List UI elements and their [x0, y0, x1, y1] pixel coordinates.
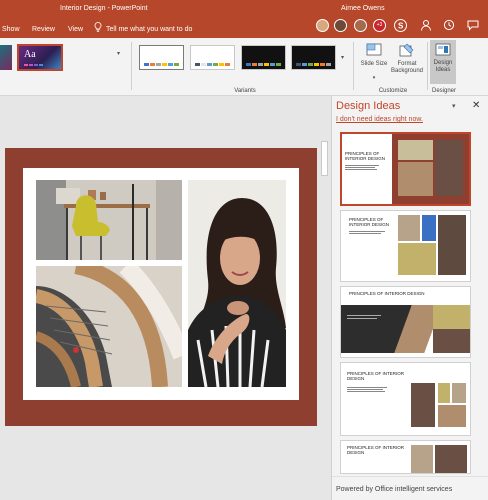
divider — [427, 42, 428, 90]
chat-icon[interactable] — [467, 19, 479, 31]
pane-title: Design Ideas — [336, 100, 401, 112]
variant-color-swatch — [314, 63, 319, 66]
theme-gallery-more-icon[interactable]: ▾ — [117, 50, 120, 57]
tell-me-search[interactable]: Tell me what you want to do — [106, 26, 192, 33]
variant-thumbnail-4[interactable] — [291, 45, 336, 70]
variant-gallery-more-icon[interactable]: ▾ — [341, 54, 344, 61]
variant-color-swatch — [225, 63, 230, 66]
thumb-title: PRINCIPLES OF INTERIOR DESIGN — [349, 291, 425, 296]
variant-color-swatch — [326, 63, 331, 66]
thumb-text-area: PRINCIPLES OF INTERIOR DESIGN — [349, 217, 397, 234]
pane-footer: Powered by Office intelligent services — [332, 476, 488, 500]
lightbulb-icon — [94, 22, 102, 32]
design-ribbon: Aa ▾ ▾ Variants Slide Size ▾ Format Back… — [0, 38, 488, 96]
theme-aa-label: Aa — [24, 49, 36, 60]
theme-color-bar — [24, 64, 43, 66]
coauthor-count-badge[interactable]: +3 — [373, 19, 386, 32]
thumb-text-area: PRINCIPLES OF INTERIOR DESIGN — [347, 371, 405, 392]
pane-options-icon[interactable]: ▾ — [452, 102, 456, 110]
svg-text:S: S — [398, 22, 404, 31]
design-ideas-button[interactable]: Design Ideas — [430, 40, 456, 84]
variant-thumbnail-1[interactable] — [139, 45, 184, 70]
slide[interactable] — [5, 148, 317, 426]
slide-content-panel — [23, 168, 299, 400]
tab-view[interactable]: View — [68, 26, 83, 33]
title-bar: Show Review View Interior Design - Power… — [0, 0, 488, 38]
variant-color-swatch — [302, 63, 307, 66]
design-idea-thumbnail-1[interactable]: PRINCIPLES OF INTERIOR DESIGN — [340, 132, 471, 206]
design-idea-thumbnail-3[interactable]: PRINCIPLES OF INTERIOR DESIGN — [340, 286, 471, 358]
customize-group-label: Customize — [378, 88, 408, 94]
variant-color-swatch — [252, 63, 257, 66]
variant-color-swatch — [195, 63, 200, 66]
history-icon[interactable] — [443, 19, 455, 31]
slide-size-icon — [366, 43, 382, 56]
variant-thumbnail-3[interactable] — [241, 45, 286, 70]
design-idea-thumbnail-4[interactable]: PRINCIPLES OF INTERIOR DESIGN — [340, 362, 471, 436]
variant-color-swatch — [168, 63, 173, 66]
chevron-down-icon: ▾ — [372, 75, 376, 81]
variant-color-swatch — [201, 63, 206, 66]
thumb-image-area — [392, 134, 469, 204]
variant-thumbnail-2[interactable] — [190, 45, 235, 70]
variant-color-swatch — [320, 63, 325, 66]
design-idea-thumbnail-5[interactable]: PRINCIPLES OF INTERIOR DESIGN — [340, 440, 471, 474]
variant-color-swatch — [296, 63, 301, 66]
thumb-text-area: PRINCIPLES OF INTERIOR DESIGN — [342, 134, 392, 204]
variant-color-swatch — [270, 63, 275, 66]
design-idea-thumbnail-2[interactable]: PRINCIPLES OF INTERIOR DESIGN — [340, 210, 471, 282]
staircase-photo[interactable] — [36, 266, 182, 387]
coauthor-avatar[interactable] — [334, 19, 347, 32]
thumb-text-area: PRINCIPLES OF INTERIOR DESIGN — [347, 445, 405, 455]
thumb-title: PRINCIPLES OF INTERIOR DESIGN — [345, 151, 386, 161]
design-ideas-pane: Design Ideas ▾ ✕ I don't need ideas righ… — [331, 96, 488, 500]
tab-slide-show[interactable]: Show — [2, 26, 20, 33]
designer-group-label: Designer — [431, 88, 456, 94]
dismiss-ideas-link[interactable]: I don't need ideas right now. — [336, 116, 423, 123]
variant-color-swatch — [207, 63, 212, 66]
tab-review[interactable]: Review — [32, 26, 55, 33]
divider — [131, 42, 132, 90]
skype-icon[interactable]: S — [394, 19, 407, 32]
variants-group-label: Variants — [234, 88, 256, 94]
close-icon[interactable]: ✕ — [472, 100, 480, 111]
document-title: Interior Design - PowerPoint — [60, 5, 148, 12]
variant-color-swatch — [276, 63, 281, 66]
desk-photo[interactable] — [36, 180, 182, 260]
format-background-label: Format Background — [390, 61, 424, 74]
variant-color-swatch — [144, 63, 149, 66]
portrait-photo[interactable] — [188, 180, 286, 387]
person-icon[interactable] — [420, 19, 432, 31]
variant-color-swatch — [246, 63, 251, 66]
thumb-title: PRINCIPLES OF INTERIOR DESIGN — [347, 371, 405, 381]
thumb-text-area: PRINCIPLES OF INTERIOR DESIGN — [349, 291, 464, 296]
user-name[interactable]: Aimee Owens — [341, 5, 385, 12]
variant-color-swatch — [219, 63, 224, 66]
design-ideas-label: Design Ideas — [433, 60, 453, 73]
slide-size-label: Slide Size — [360, 61, 388, 67]
divider — [353, 42, 354, 90]
vertical-scrollbar-thumb[interactable] — [321, 141, 328, 176]
slide-canvas — [0, 96, 330, 500]
theme-thumbnail[interactable] — [0, 45, 12, 70]
format-background-button[interactable]: Format Background — [389, 41, 425, 85]
variant-color-swatch — [213, 63, 218, 66]
coauthor-avatar[interactable] — [316, 19, 329, 32]
variant-color-swatch — [156, 63, 161, 66]
format-background-icon — [399, 43, 414, 57]
design-ideas-icon — [435, 43, 451, 56]
footer-text: Powered by Office intelligent services — [336, 486, 453, 493]
variant-color-swatch — [308, 63, 313, 66]
variant-color-swatch — [174, 63, 179, 66]
thumb-title: PRINCIPLES OF INTERIOR DESIGN — [349, 217, 390, 227]
variant-color-swatch — [150, 63, 155, 66]
theme-thumbnail-selected[interactable]: Aa — [17, 44, 63, 71]
variant-color-swatch — [258, 63, 263, 66]
slide-size-button[interactable]: Slide Size ▾ — [360, 41, 388, 85]
coauthor-avatar[interactable] — [354, 19, 367, 32]
variant-color-swatch — [264, 63, 269, 66]
thumb-title: PRINCIPLES OF INTERIOR DESIGN — [347, 445, 405, 455]
variant-color-swatch — [162, 63, 167, 66]
